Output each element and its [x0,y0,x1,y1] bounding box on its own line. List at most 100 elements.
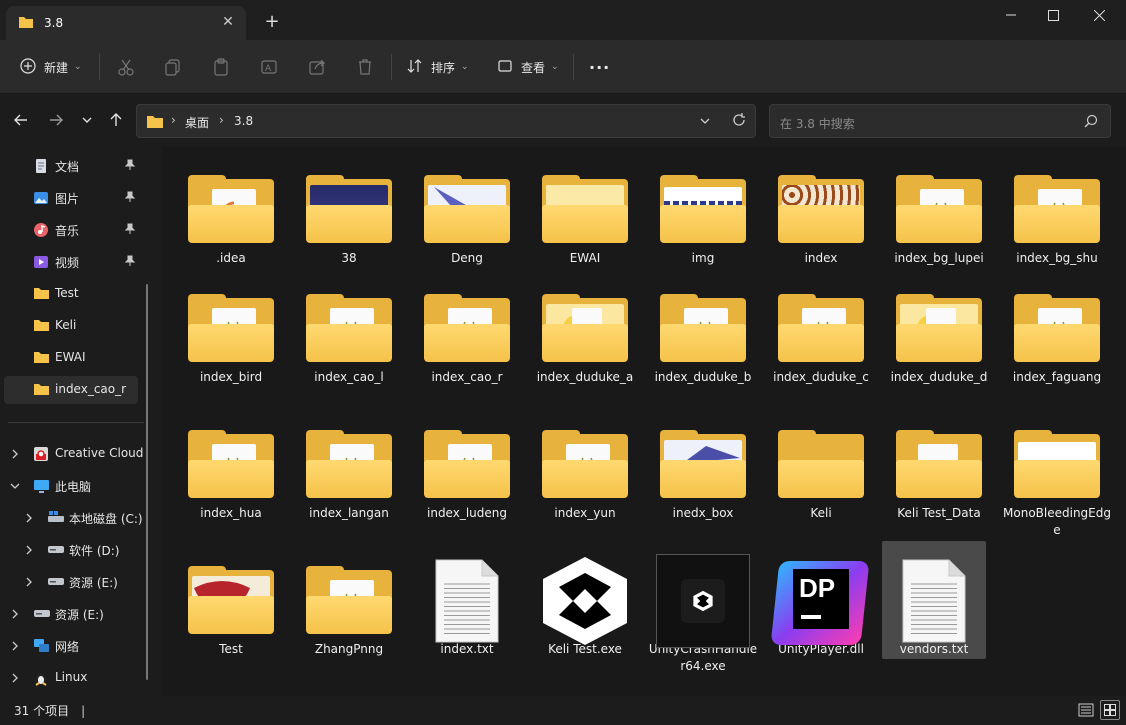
sidebar-item-ewai[interactable]: EWAI [0,344,140,372]
clipboard-icon [209,55,233,79]
address-dropdown-icon[interactable] [699,115,711,130]
folder-item[interactable]: index_cao_r [408,279,526,386]
folder-item[interactable]: EWAI [526,160,644,267]
delete-button[interactable] [353,54,377,80]
refresh-icon[interactable] [732,113,746,130]
folder-item[interactable]: Deng [408,160,526,267]
folder-icon [188,175,274,245]
thumbnail [181,160,281,260]
close-window-icon[interactable] [1076,0,1122,30]
file-item[interactable]: vendors.txt [882,541,986,659]
search-input[interactable]: 在 3.8 中搜索 [769,104,1111,138]
breadcrumb-desktop[interactable]: 桌面 [185,114,209,131]
tree-item[interactable]: 此电脑 [0,472,140,500]
folder-item[interactable]: index [762,160,880,267]
sort-button[interactable]: 排序 ⌄ [407,54,469,80]
folder-item[interactable]: Test [172,551,290,658]
thumbnail [417,415,517,515]
folder-item[interactable]: .idea [172,160,290,267]
file-item[interactable]: UnityCrashHandler64.exe [644,551,762,675]
chevron-right-icon[interactable] [24,512,34,526]
sidebar-item-index-cao-r[interactable]: index_cao_r [4,376,138,404]
address-bar[interactable]: › 桌面 › 3.8 [136,104,756,138]
folder-icon [896,430,982,500]
folder-item[interactable]: inedx_box [644,415,762,522]
chevron-right-icon[interactable] [24,544,34,558]
folder-item[interactable]: index_ludeng [408,415,526,522]
tree-item-label: 此电脑 [55,480,92,494]
thumbnail [1007,160,1107,260]
pin-icon[interactable] [124,191,136,206]
folder-item[interactable]: 38 [290,160,408,267]
minimize-icon[interactable] [988,0,1034,30]
recent-chevron-icon[interactable] [77,110,97,130]
tab-current[interactable]: 3.8 ✕ [6,6,246,40]
share-button[interactable] [305,54,329,80]
chevron-down-icon[interactable] [10,480,20,494]
back-arrow-icon[interactable] [11,110,31,130]
new-tab-button[interactable]: + [262,12,282,32]
folder-item[interactable]: index_bird [172,279,290,386]
copy-button[interactable] [161,54,185,80]
folder-item[interactable]: index_bg_shu [998,160,1116,267]
folder-icon [778,430,864,500]
sidebar-item-test[interactable]: Test [0,280,140,308]
paste-button[interactable] [209,54,233,80]
details-view-icon[interactable] [1078,702,1094,721]
chevron-right-icon[interactable] [24,576,34,590]
chevron-right-icon[interactable] [10,640,20,654]
tab-close-icon[interactable]: ✕ [220,14,236,30]
folder-item[interactable]: index_hua [172,415,290,522]
rename-button[interactable]: A [257,54,281,80]
tree-item[interactable]: Creative Cloud [0,440,143,468]
new-button[interactable]: 新建 ⌄ [20,54,82,80]
tree-item[interactable]: 软件 (D:) [0,536,140,564]
tree-item[interactable]: 资源 (E:) [0,600,140,628]
folder-item[interactable]: index_yun [526,415,644,522]
status-bar: 31 个项目 | [0,696,1126,725]
sidebar-item--[interactable]: 文档 [0,152,140,180]
folder-item[interactable]: index_duduke_c [762,279,880,386]
chevron-right-icon[interactable] [10,448,20,462]
sidebar-item--[interactable]: 视频 [0,248,140,276]
chevron-right-icon[interactable] [10,608,20,622]
folder-item[interactable]: img [644,160,762,267]
file-item[interactable]: DP UnityPlayer.dll [762,551,880,658]
folder-item[interactable]: ZhangPnng [290,551,408,658]
folder-item[interactable]: Keli [762,415,880,522]
folder-item[interactable]: index_bg_lupei [880,160,998,267]
chevron-right-icon[interactable] [10,672,20,686]
tree-item[interactable]: 本地磁盘 (C:) [0,504,143,532]
dotpeek-icon: DP [770,555,870,647]
file-item[interactable]: index.txt [408,551,526,658]
breadcrumb-separator-icon: › [219,113,224,127]
tree-item[interactable]: 资源 (E:) [0,568,140,596]
up-arrow-icon[interactable] [106,110,126,130]
sidebar-scrollbar[interactable] [146,284,148,680]
folder-item[interactable]: index_langan [290,415,408,522]
cut-button[interactable] [114,54,138,80]
tree-item[interactable]: Linux [0,664,140,692]
file-item[interactable]: Keli Test.exe [526,551,644,658]
tree-item[interactable]: 网络 [0,632,140,660]
folder-item[interactable]: index_cao_l [290,279,408,386]
sidebar-item-keli[interactable]: Keli [0,312,140,340]
folder-item[interactable]: Keli Test_Data [880,415,998,522]
network-icon [33,638,50,657]
folder-item[interactable]: MonoBleedingEdge [998,415,1116,539]
sidebar-item--[interactable]: 图片 [0,184,140,212]
pin-icon[interactable] [124,255,136,270]
breadcrumb-current[interactable]: 3.8 [234,114,253,128]
folder-item[interactable]: index_duduke_a [526,279,644,386]
folder-item[interactable]: index_duduke_d [880,279,998,386]
forward-arrow-icon[interactable] [46,110,66,130]
folder-item[interactable]: index_faguang [998,279,1116,386]
view-button[interactable]: 查看 ⌄ [497,54,559,80]
more-options-button[interactable]: ··· [589,54,610,80]
tiles-view-icon[interactable] [1100,700,1120,720]
sidebar-item--[interactable]: 音乐 [0,216,140,244]
maximize-icon[interactable] [1030,0,1076,30]
folder-item[interactable]: index_duduke_b [644,279,762,386]
pin-icon[interactable] [124,159,136,174]
pin-icon[interactable] [124,223,136,238]
